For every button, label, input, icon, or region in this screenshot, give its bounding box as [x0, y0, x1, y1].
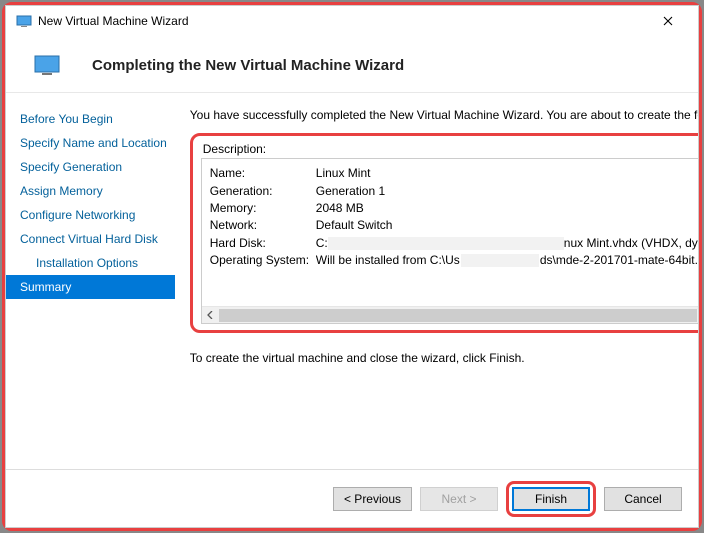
finish-highlight: Finish — [506, 481, 596, 517]
page-heading: Completing the New Virtual Machine Wizar… — [92, 57, 404, 74]
summary-footnote: To create the virtual machine and close … — [190, 351, 698, 365]
wizard-window: New Virtual Machine Wizard Completing th… — [5, 5, 699, 528]
summary-row-harddisk: Hard Disk: C:nux Mint.vhdx (VHDX, dynami… — [210, 235, 698, 252]
wizard-content: You have successfully completed the New … — [176, 93, 698, 469]
description-highlight: Description: Name: Linux Mint Generation… — [190, 133, 698, 333]
summary-row-name: Name: Linux Mint — [210, 165, 698, 182]
step-connect-vhd[interactable]: Connect Virtual Hard Disk — [6, 227, 175, 251]
step-assign-memory[interactable]: Assign Memory — [6, 179, 175, 203]
wizard-header: Completing the New Virtual Machine Wizar… — [6, 36, 698, 93]
scroll-left-arrow[interactable] — [202, 307, 219, 324]
cancel-button[interactable]: Cancel — [604, 487, 682, 511]
step-summary[interactable]: Summary — [6, 275, 175, 299]
scroll-track[interactable] — [219, 307, 698, 324]
summary-row-network: Network: Default Switch — [210, 217, 698, 234]
titlebar: New Virtual Machine Wizard — [6, 6, 698, 36]
wizard-footer: < Previous Next > Finish Cancel — [6, 469, 698, 527]
app-icon — [16, 13, 32, 29]
description-label: Description: — [201, 142, 698, 156]
step-installation-options[interactable]: Installation Options — [6, 251, 175, 275]
previous-button[interactable]: < Previous — [333, 487, 412, 511]
wizard-icon — [34, 54, 62, 76]
next-button: Next > — [420, 487, 498, 511]
close-button[interactable] — [648, 7, 688, 35]
step-specify-name[interactable]: Specify Name and Location — [6, 131, 175, 155]
scroll-thumb[interactable] — [219, 309, 697, 322]
summary-row-memory: Memory: 2048 MB — [210, 200, 698, 217]
step-specify-generation[interactable]: Specify Generation — [6, 155, 175, 179]
summary-intro: You have successfully completed the New … — [190, 107, 698, 123]
step-before-you-begin[interactable]: Before You Begin — [6, 107, 175, 131]
horizontal-scrollbar[interactable] — [202, 306, 698, 323]
window-title: New Virtual Machine Wizard — [38, 14, 648, 28]
summary-row-generation: Generation: Generation 1 — [210, 183, 698, 200]
redacted-path — [461, 254, 539, 267]
redacted-path — [328, 237, 564, 250]
step-configure-networking[interactable]: Configure Networking — [6, 203, 175, 227]
finish-button[interactable]: Finish — [512, 487, 590, 511]
wizard-steps-sidebar: Before You Begin Specify Name and Locati… — [6, 93, 176, 469]
summary-row-os: Operating System: Will be installed from… — [210, 252, 698, 269]
description-panel: Name: Linux Mint Generation: Generation … — [201, 158, 698, 324]
